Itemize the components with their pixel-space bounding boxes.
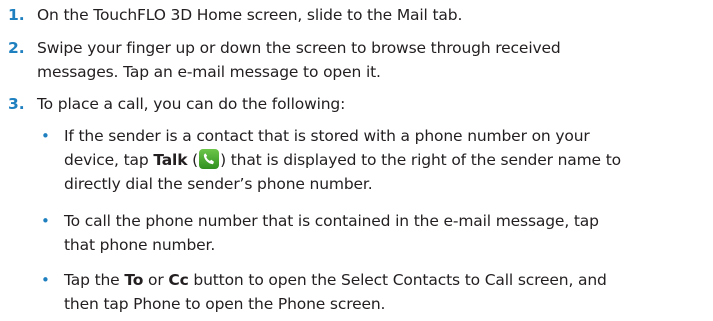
bullet-text-line: then tap Phone to open the Phone screen. — [64, 295, 386, 313]
bullet-text-line: directly dial the sender’s phone number. — [64, 175, 373, 193]
bullet-marker: • — [41, 271, 50, 289]
bullet-item-3: • Tap the To or Cc button to open the Se… — [0, 268, 700, 316]
text-run: ) that is displayed to the right of the … — [220, 151, 621, 169]
bullet-text-line: that phone number. — [64, 236, 216, 254]
text-run: button to open the Select Contacts to Ca… — [188, 271, 607, 289]
step-text: On the TouchFLO 3D Home screen, slide to… — [37, 6, 463, 24]
bullet-text-line: If the sender is a contact that is store… — [64, 127, 590, 145]
step-text-line: messages. Tap an e-mail message to open … — [37, 63, 381, 81]
step-1: 1. On the TouchFLO 3D Home screen, slide… — [0, 3, 700, 27]
step-number: 3. — [8, 95, 25, 113]
text-run: device, tap — [64, 151, 154, 169]
instruction-document: 1. On the TouchFLO 3D Home screen, slide… — [0, 0, 713, 321]
step-number: 1. — [8, 6, 25, 24]
text-run: ( — [187, 151, 199, 169]
talk-phone-icon — [199, 149, 220, 169]
bullet-item-1: • If the sender is a contact that is sto… — [0, 124, 700, 196]
bullet-text-line: device, tap Talk ( ) that is displayed to… — [64, 148, 700, 172]
bullet-text-line: To call the phone number that is contain… — [64, 212, 599, 230]
bullet-item-2: • To call the phone number that is conta… — [0, 209, 700, 257]
step-number: 2. — [8, 39, 25, 57]
step-text-line: Swipe your finger up or down the screen … — [37, 39, 561, 57]
bullet-marker: • — [41, 212, 50, 230]
text-run: or — [143, 271, 169, 289]
bullet-marker: • — [41, 127, 50, 145]
bullet-text-line: Tap the To or Cc button to open the Sele… — [64, 268, 700, 292]
text-run: Tap the — [64, 271, 125, 289]
cc-label: Cc — [168, 271, 189, 289]
step-2: 2. Swipe your finger up or down the scre… — [0, 36, 700, 84]
step-3: 3. To place a call, you can do the follo… — [0, 92, 700, 116]
talk-label: Talk — [153, 151, 188, 169]
to-label: To — [124, 271, 144, 289]
step-text: To place a call, you can do the followin… — [37, 95, 346, 113]
